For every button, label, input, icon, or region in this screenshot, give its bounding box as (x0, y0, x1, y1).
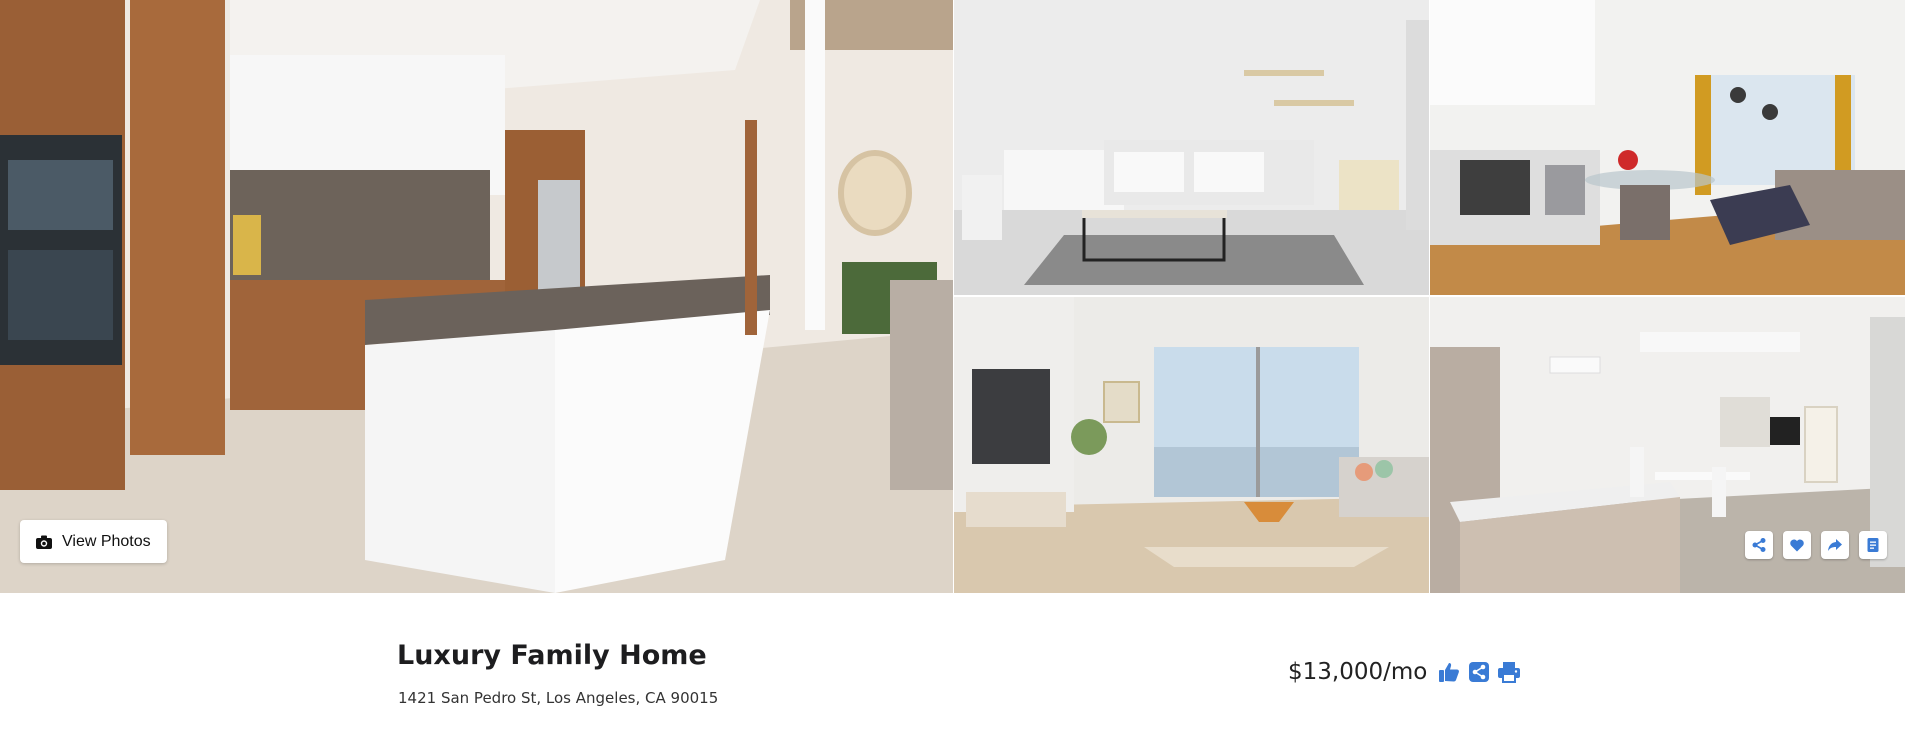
price-row: $13,000/mo (1288, 659, 1521, 685)
kitchen-photo (0, 0, 953, 593)
dining-room-photo (1430, 0, 1905, 295)
listing-title: Luxury Family Home (397, 640, 707, 671)
share-button[interactable] (1745, 531, 1773, 559)
notes-button[interactable] (1859, 531, 1887, 559)
view-photos-label: View Photos (62, 532, 151, 550)
share-square-icon[interactable] (1467, 660, 1491, 684)
thumbs-up-icon[interactable] (1437, 660, 1461, 684)
print-icon[interactable] (1497, 660, 1521, 684)
document-icon (1867, 538, 1879, 552)
photo-gallery: View Photos (0, 0, 1905, 593)
view-photos-button[interactable]: View Photos (20, 520, 167, 563)
photo-living-room[interactable] (954, 0, 1429, 295)
heart-icon (1790, 539, 1804, 552)
listing-price: $13,000/mo (1288, 659, 1428, 685)
lounge-photo (954, 297, 1429, 593)
camera-icon (36, 535, 52, 549)
listing-address: 1421 San Pedro St, Los Angeles, CA 90015 (398, 689, 719, 707)
photo-dining-room[interactable] (1430, 0, 1905, 295)
forward-icon (1828, 539, 1842, 551)
living-room-photo (954, 0, 1429, 295)
photo-lounge[interactable] (954, 297, 1429, 593)
main-photo-kitchen[interactable] (0, 0, 953, 593)
photo-action-icons (1745, 531, 1887, 559)
share-icon (1752, 538, 1766, 552)
favorite-button[interactable] (1783, 531, 1811, 559)
forward-button[interactable] (1821, 531, 1849, 559)
